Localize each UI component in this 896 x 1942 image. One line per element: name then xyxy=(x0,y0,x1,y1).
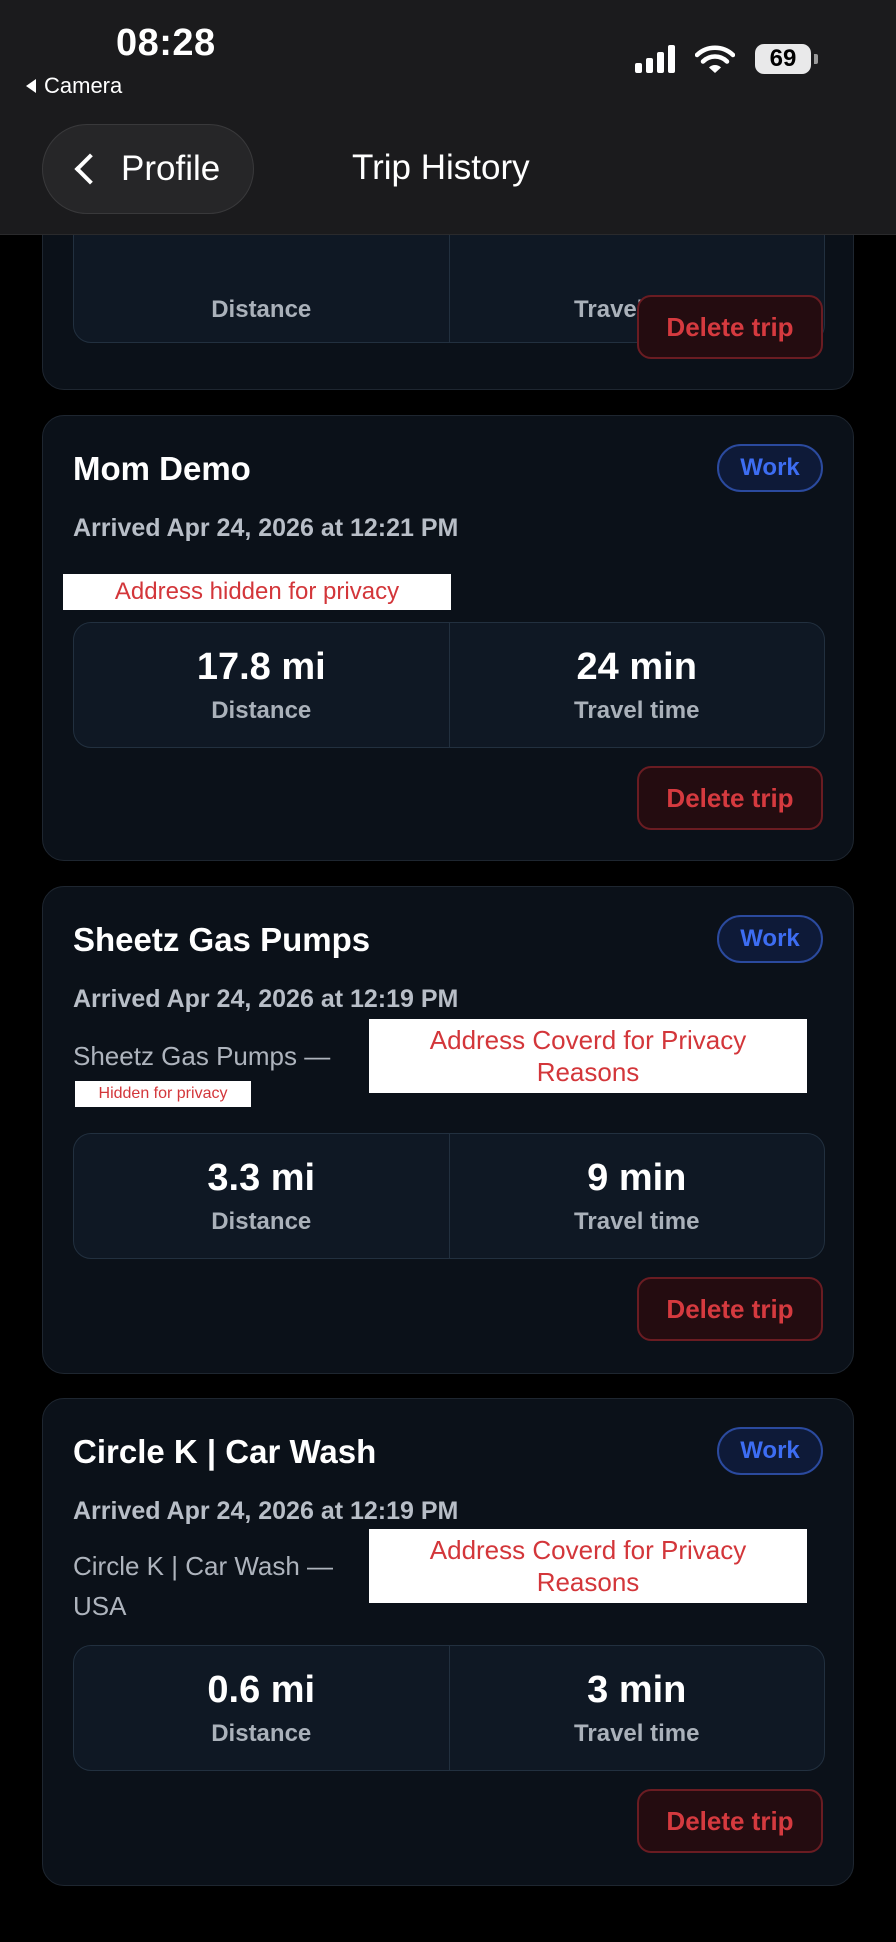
trip-title: Sheetz Gas Pumps xyxy=(73,921,371,958)
back-to-app-link[interactable]: Camera xyxy=(26,73,122,99)
distance-value: 3.3 mi xyxy=(207,1156,316,1199)
arrived-time: Arrived Apr 24, 2026 at 12:21 PM xyxy=(73,514,459,542)
chevron-left-icon xyxy=(74,153,106,185)
status-time: 08:28 xyxy=(116,22,216,64)
distance-label: Distance xyxy=(211,696,312,724)
privacy-cover: Address Coverd for Privacy Reasons xyxy=(369,1019,807,1093)
distance-label: Distance xyxy=(211,1719,312,1747)
travel-time-label: Travel time xyxy=(574,1207,700,1235)
arrived-time: Arrived Apr 24, 2026 at 12:19 PM xyxy=(73,985,459,1013)
travel-time-label: Travel time xyxy=(574,696,700,724)
distance-stat: 17.8 mi Distance xyxy=(74,623,449,747)
profile-back-button[interactable]: Profile xyxy=(42,124,254,214)
trip-stats: 0.6 mi Distance 3 min Travel time xyxy=(73,1645,825,1771)
wifi-icon xyxy=(695,45,735,73)
trip-tag-badge[interactable]: Work xyxy=(717,1427,823,1475)
distance-label: Distance xyxy=(211,296,312,323)
battery-level: 69 xyxy=(755,44,811,74)
distance-stat: 0.6 mi Distance xyxy=(74,1646,449,1770)
delete-trip-button[interactable]: Delete trip xyxy=(637,766,823,830)
page-title: Trip History xyxy=(352,148,530,187)
delete-trip-button[interactable]: Delete trip xyxy=(637,1789,823,1853)
profile-back-label: Profile xyxy=(121,149,221,188)
cellular-signal-icon xyxy=(635,45,675,73)
travel-time-label: Travel time xyxy=(574,1719,700,1747)
trip-stats: 3.3 mi Distance 9 min Travel time xyxy=(73,1133,825,1259)
distance-label: Distance xyxy=(211,1207,312,1235)
distance-stat: Distance xyxy=(74,218,449,342)
travel-time-stat: 9 min Travel time xyxy=(448,1134,825,1258)
delete-trip-button[interactable]: Delete trip xyxy=(637,295,823,359)
distance-value: 0.6 mi xyxy=(207,1668,316,1711)
trip-tag-badge[interactable]: Work xyxy=(717,915,823,963)
back-triangle-icon xyxy=(26,79,36,93)
privacy-cover-small: Hidden for privacy xyxy=(75,1081,251,1107)
status-icons: 69 xyxy=(635,44,818,74)
top-bar: 08:28 Camera 69 Profile Trip History xyxy=(0,0,896,235)
trip-address: Sheetz Gas Pumps — xyxy=(73,1041,331,1071)
trip-stats: 17.8 mi Distance 24 min Travel time xyxy=(73,622,825,748)
trip-title: Circle K | Car Wash xyxy=(73,1433,377,1470)
trip-title: Mom Demo xyxy=(73,450,251,487)
battery-icon: 69 xyxy=(755,44,818,74)
travel-time-stat: 3 min Travel time xyxy=(448,1646,825,1770)
travel-time-value: 24 min xyxy=(576,645,697,688)
trip-address-country: USA xyxy=(73,1591,127,1621)
privacy-cover: Address hidden for privacy xyxy=(63,574,451,610)
trip-card[interactable]: Mom Demo Work Arrived Apr 24, 2026 at 12… xyxy=(42,415,854,861)
back-app-label: Camera xyxy=(44,73,123,98)
travel-time-stat: 24 min Travel time xyxy=(448,623,825,747)
delete-trip-button[interactable]: Delete trip xyxy=(637,1277,823,1341)
travel-time-value: 3 min xyxy=(587,1668,687,1711)
arrived-time: Arrived Apr 24, 2026 at 12:19 PM xyxy=(73,1497,459,1525)
distance-stat: 3.3 mi Distance xyxy=(74,1134,449,1258)
distance-value: 17.8 mi xyxy=(196,645,326,688)
privacy-cover: Address Coverd for Privacy Reasons xyxy=(369,1529,807,1603)
trip-address: Circle K | Car Wash — xyxy=(73,1551,334,1581)
trip-card[interactable]: Circle K | Car Wash Work Arrived Apr 24,… xyxy=(42,1398,854,1886)
trip-tag-badge[interactable]: Work xyxy=(717,444,823,492)
screen: Distance Travel time Delete trip Mom Dem… xyxy=(0,0,896,1942)
travel-time-value: 9 min xyxy=(587,1156,687,1199)
trip-card[interactable]: Sheetz Gas Pumps Work Arrived Apr 24, 20… xyxy=(42,886,854,1374)
